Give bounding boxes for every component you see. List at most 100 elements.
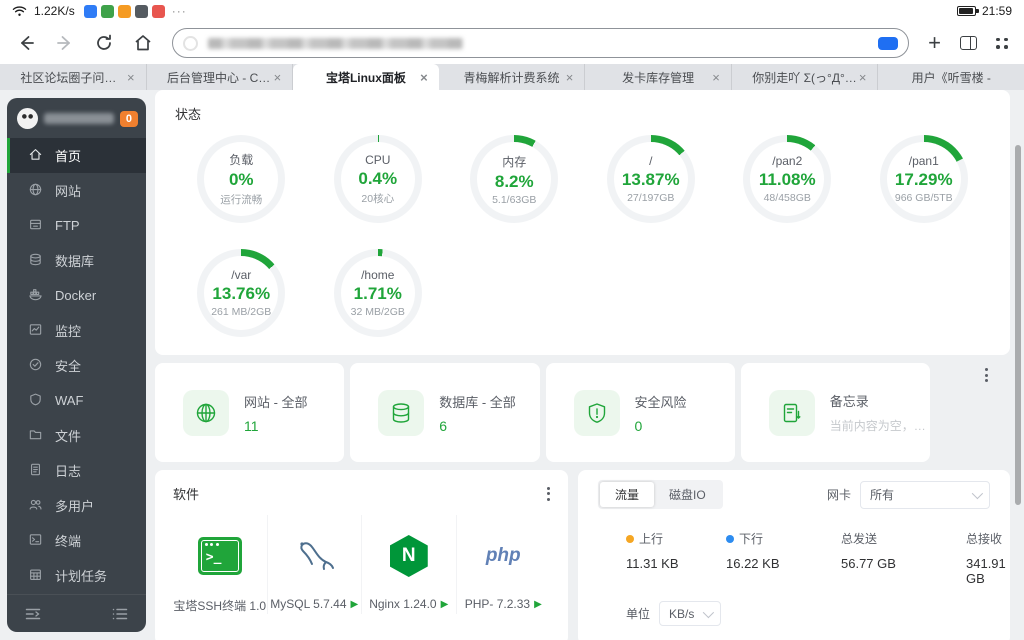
- sidebar-header[interactable]: 0: [7, 98, 146, 138]
- traffic-panel: 流量 磁盘IO 网卡 所有 上行 11.31 KB 下行 16.22 KB 总发送 56.7…: [578, 470, 1010, 640]
- gauge-/[interactable]: / 13.87% 27/197GB: [583, 135, 720, 223]
- card-text: 网站 - 全部 11: [244, 392, 308, 434]
- page-scrollbar[interactable]: [1015, 145, 1021, 505]
- app-icon-red[interactable]: [151, 4, 165, 18]
- traffic-tab-磁盘IO[interactable]: 磁盘IO: [654, 482, 721, 507]
- tab-close-icon[interactable]: ×: [420, 71, 428, 84]
- card-网站 - 全部[interactable]: 网站 - 全部 11: [155, 363, 345, 462]
- chevron-down-icon: [702, 606, 715, 618]
- gauge-text: /var 13.76% 261 MB/2GB: [197, 249, 285, 337]
- card-value: 6: [439, 417, 448, 434]
- gauge-/home[interactable]: /home 1.71% 32 MB/2GB: [310, 249, 447, 337]
- traffic-tab-流量[interactable]: 流量: [600, 482, 655, 507]
- browser-tab[interactable]: 宝塔Linux面板 ×: [293, 64, 439, 90]
- gauge-label: 负载: [229, 153, 254, 167]
- stat-label-text: 总发送: [841, 532, 878, 546]
- forward-button[interactable]: [55, 33, 75, 53]
- card-备忘录[interactable]: 备忘录当前内容为空，点击…: [740, 363, 930, 462]
- address-bar[interactable]: [172, 28, 910, 58]
- running-status-icon: ▶: [350, 598, 359, 610]
- sidebar-item-网站[interactable]: 网站: [7, 173, 146, 208]
- sidebar-item-安全[interactable]: 安全: [7, 348, 146, 383]
- nic-select[interactable]: 所有: [860, 480, 990, 509]
- gauge-CPU[interactable]: CPU 0.4% 20核心: [310, 135, 447, 223]
- stat-label-text: 下行: [739, 532, 764, 546]
- tab-close-icon[interactable]: ×: [274, 71, 282, 84]
- gauge-value: 8.2%: [494, 171, 534, 191]
- split-screen-button[interactable]: [960, 36, 977, 50]
- app-icon-chat[interactable]: [134, 4, 148, 18]
- tab-close-icon[interactable]: ×: [566, 71, 574, 84]
- database-icon: [378, 389, 425, 436]
- tab-close-icon[interactable]: ×: [127, 71, 135, 84]
- software-item-宝塔SSH终端 1.0[interactable]: >_ 宝塔SSH终端 1.0: [173, 515, 268, 614]
- statusbar-more-icon[interactable]: ···: [172, 4, 187, 18]
- extension-icon[interactable]: [878, 36, 899, 50]
- gauge-内存[interactable]: 内存 8.2% 5.1/63GB: [446, 135, 583, 223]
- browser-tab[interactable]: 发卡库存管理 ×: [585, 64, 732, 90]
- message-count-badge[interactable]: 0: [119, 110, 138, 127]
- unit-label: 单位: [626, 607, 651, 621]
- back-button[interactable]: [16, 33, 36, 53]
- database-icon: [28, 252, 43, 270]
- sidebar-item-多用户[interactable]: 多用户: [7, 488, 146, 523]
- sidebar-item-计划任务[interactable]: 计划任务: [7, 558, 146, 593]
- sidebar-item-label: 计划任务: [55, 569, 108, 584]
- app-icon-blue[interactable]: [83, 4, 97, 18]
- software-item-PHP- 7.2.33[interactable]: php PHP- 7.2.33 ▶: [457, 515, 551, 614]
- gauge-text: 内存 8.2% 5.1/63GB: [470, 135, 558, 223]
- sidebar-item-文件[interactable]: 文件: [7, 418, 146, 453]
- gauge-value: 13.76%: [212, 284, 271, 303]
- sidebar-item-label: WAF: [55, 393, 84, 408]
- browser-tab[interactable]: 后台管理中心 - Co… ×: [147, 64, 294, 90]
- sidebar-item-监控[interactable]: 监控: [7, 313, 146, 348]
- gauge-/var[interactable]: /var 13.76% 261 MB/2GB: [173, 249, 310, 337]
- tab-close-icon[interactable]: ×: [859, 71, 867, 84]
- sidebar-item-Docker[interactable]: Docker: [7, 278, 146, 313]
- stat-value: 56.77 GB: [841, 556, 896, 571]
- sidebar-item-首页[interactable]: 首页: [7, 138, 146, 173]
- app-icon-green[interactable]: [100, 4, 114, 18]
- home-button[interactable]: [133, 33, 153, 53]
- running-status-icon: ▶: [534, 598, 542, 610]
- app-icon-orange[interactable]: [117, 4, 131, 18]
- collapse-sidebar-icon[interactable]: [25, 607, 41, 621]
- gauge-/pan2[interactable]: /pan2 11.08% 48/458GB: [719, 135, 856, 223]
- refresh-button[interactable]: [94, 33, 114, 53]
- card-数据库 - 全部[interactable]: 数据库 - 全部 6: [350, 363, 540, 462]
- software-panel-title: 软件: [173, 487, 200, 502]
- new-tab-button[interactable]: +: [928, 32, 941, 54]
- running-status-icon: ▶: [440, 598, 449, 610]
- sidebar-item-数据库[interactable]: 数据库: [7, 243, 146, 278]
- stat-label-text: 总接收: [966, 532, 1003, 546]
- tab-close-icon[interactable]: ×: [712, 71, 720, 84]
- gauge-sub: 20核心: [361, 192, 395, 205]
- gauge-负载[interactable]: 负载 0% 运行流畅: [173, 135, 310, 223]
- gauge-ring: / 13.87% 27/197GB: [606, 135, 695, 223]
- sidebar-item-终端[interactable]: 终端: [7, 523, 146, 558]
- sidebar-item-日志[interactable]: 日志: [7, 453, 146, 488]
- sidebar-item-FTP[interactable]: FTP: [7, 208, 146, 243]
- gauge-/pan1[interactable]: /pan1 17.29% 966 GB/5TB: [856, 135, 993, 223]
- browser-menu-button[interactable]: [996, 37, 1008, 49]
- sidebar-item-label: 文件: [55, 429, 82, 444]
- cards-more-menu-icon[interactable]: [985, 368, 988, 382]
- browser-tab[interactable]: 你别走吖 Σ(っ°Д°;… ×: [732, 64, 879, 90]
- card-安全风险[interactable]: 安全风险 0: [545, 363, 735, 462]
- menu-list-icon[interactable]: [112, 607, 128, 621]
- traffic-tab-group: 流量 磁盘IO: [598, 480, 723, 509]
- gauge-text: 负载 0% 运行流畅: [197, 135, 285, 223]
- software-label: Nginx 1.24.0: [369, 597, 437, 611]
- gauge-ring: 负载 0% 运行流畅: [197, 135, 286, 223]
- browser-tab[interactable]: 社区论坛圈子问答… ×: [0, 64, 147, 90]
- gauge-value: 0%: [228, 170, 254, 189]
- gauge-ring: CPU 0.4% 20核心: [333, 135, 422, 223]
- software-item-MySQL 5.7.44[interactable]: MySQL 5.7.44 ▶: [268, 515, 362, 614]
- browser-tab[interactable]: 青梅解析计费系统 ×: [439, 64, 586, 90]
- sidebar-item-WAF[interactable]: WAF: [7, 383, 146, 418]
- software-more-menu-icon[interactable]: [547, 486, 550, 501]
- software-item-Nginx 1.24.0[interactable]: N Nginx 1.24.0 ▶: [362, 515, 457, 614]
- unit-select[interactable]: KB/s: [659, 601, 722, 626]
- browser-tab[interactable]: 用户《听雪楼 -: [878, 64, 1024, 90]
- status-panel: 状态 负载 0% 运行流畅 CPU 0.4% 20核心 内存 8.2% 5.1/63GB / 13.…: [155, 90, 1010, 355]
